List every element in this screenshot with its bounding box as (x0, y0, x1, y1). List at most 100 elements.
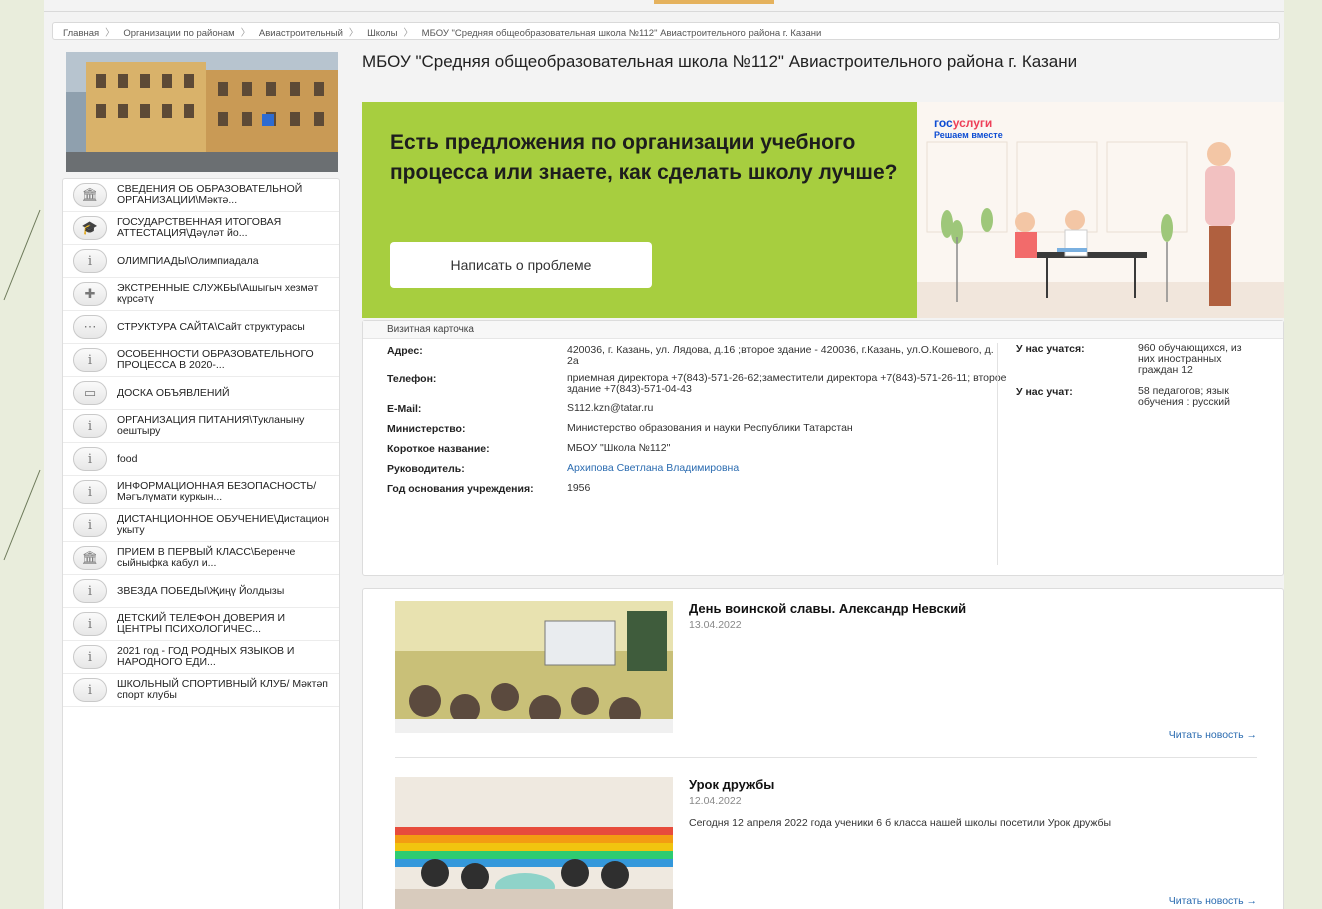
building-icon: 🏛 (73, 546, 107, 570)
breadcrumb-separator: 〉 (348, 28, 359, 39)
info-icon: i (73, 249, 107, 273)
sitemap-icon: ⋯ (73, 315, 107, 339)
news-list: День воинской славы. Александр Невский 1… (362, 588, 1284, 909)
info-icon: i (73, 612, 107, 636)
breadcrumb-home[interactable]: Главная (63, 28, 99, 39)
director-link[interactable]: Архипова Светлана Владимировна (567, 463, 739, 475)
medical-cross-icon: ✚ (73, 282, 107, 306)
breadcrumb-district[interactable]: Авиастроительный (259, 28, 343, 39)
news-divider (395, 757, 1257, 758)
sidebar-item-label: ЗВЕЗДА ПОБЕДЫ\Җиңү Йолдызы (117, 584, 285, 597)
card-key: Министерство: (387, 423, 466, 435)
banner-headline: Есть предложения по организации учебного… (390, 131, 898, 184)
breadcrumb-separator: 〉 (240, 28, 251, 39)
page: Главная 〉 Организации по районам 〉 Авиастр… (44, 0, 1284, 909)
sidebar-item-label: ОРГАНИЗАЦИЯ ПИТАНИЯ\Тукланыну оештыру (117, 414, 305, 437)
sidebar-item-label: 2021 год - ГОД РОДНЫХ ЯЗЫКОВ И НАРОДНОГО… (117, 645, 295, 668)
news-title[interactable]: День воинской славы. Александр Невский (689, 601, 966, 616)
sidebar-item-helpline[interactable]: i ДЕТСКИЙ ТЕЛЕФОН ДОВЕРИЯ И ЦЕНТРЫ ПСИХОЛ… (63, 608, 339, 641)
sidebar-item-native-languages-year[interactable]: i 2021 год - ГОД РОДНЫХ ЯЗЫКОВ И НАРОДНОГ… (63, 641, 339, 674)
news-thumbnail[interactable] (395, 601, 673, 733)
breadcrumb-separator: 〉 (105, 28, 115, 39)
sidebar-item-food[interactable]: i food (63, 443, 339, 476)
sidebar-item-label: ГОСУДАРСТВЕННАЯ ИТОГОВАЯ АТТЕСТАЦИЯ\Дәүл… (117, 216, 282, 239)
card-row-email: E-Mail: S112.kzn@tatar.ru (387, 403, 1007, 416)
news-date: 12.04.2022 (689, 795, 742, 807)
page-title: МБОУ "Средняя общеобразовательная школа … (362, 52, 1078, 71)
sidebar-item-education-process[interactable]: i ОСОБЕННОСТИ ОБРАЗОВАТЕЛЬНОГО ПРОЦЕССА В… (63, 344, 339, 377)
gosuslugi-tagline: Решаем вместе (934, 130, 1003, 140)
card-key: E-Mail: (387, 403, 422, 415)
sidebar-item-site-structure[interactable]: ⋯ СТРУКТУРА САЙТА\Сайт структурасы (63, 311, 339, 344)
card-row-address: Адрес: 420036, г. Казань, ул. Лядова, д.1… (387, 345, 1007, 367)
breadcrumb-districts[interactable]: Организации по районам (123, 28, 234, 39)
info-icon: i (73, 579, 107, 603)
sidebar-item-label: ДИСТАНЦИОННОЕ ОБУЧЕНИЕ\Дистацион укыту (117, 513, 330, 536)
card-value: приемная директора +7(843)-571-26-62;зам… (567, 372, 1007, 395)
sidebar-item-info-security[interactable]: i ИНФОРМАЦИОННАЯ БЕЗОПАСНОСТЬ/ Мәгълүмати… (63, 476, 339, 509)
gosuslugi-logo-part1: гос (934, 116, 953, 130)
sidebar-menu: 🏛 СВЕДЕНИЯ ОБ ОБРАЗОВАТЕЛЬНОЙ ОРГАНИЗАЦИИ… (62, 178, 340, 909)
read-news-link[interactable]: Читать новость → (1169, 895, 1257, 907)
breadcrumb-schools[interactable]: Школы (367, 28, 397, 39)
sidebar-item-state-attestation[interactable]: 🎓 ГОСУДАРСТВЕННАЯ ИТОГОВАЯ АТТЕСТАЦИЯ\Дәү… (63, 212, 339, 245)
card-row-short-name: Короткое название: МБОУ "Школа №112" (387, 442, 1007, 456)
business-card: Визитная карточка Адрес: 420036, г. Казан… (362, 320, 1284, 576)
sidebar-item-notice-board[interactable]: ▭ ДОСКА ОБЪЯВЛЕНИЙ (63, 377, 339, 410)
sidebar-item-label: ДЕТСКИЙ ТЕЛЕФОН ДОВЕРИЯ И ЦЕНТРЫ ПСИХОЛО… (117, 612, 286, 635)
card-key: Короткое название: (387, 443, 490, 455)
info-icon: i (73, 348, 107, 372)
sidebar-item-label: ИНФОРМАЦИОННАЯ БЕЗОПАСНОСТЬ/ Мәгълүмати … (117, 480, 317, 503)
info-icon: i (73, 513, 107, 537)
card-row-director: Руководитель: Архипова Светлана Владимиро… (387, 463, 1007, 476)
sidebar-item-label: СВЕДЕНИЯ ОБ ОБРАЗОВАТЕЛЬНОЙ ОРГАНИЗАЦИИ\… (117, 183, 303, 206)
sidebar-item-nutrition[interactable]: i ОРГАНИЗАЦИЯ ПИТАНИЯ\Тукланыну оештыру (63, 410, 339, 443)
sidebar-item-label: ЭКСТРЕННЫЕ СЛУЖБЫ\Ашыгыч хезмәт күрсәтү (117, 282, 319, 305)
news-thumbnail[interactable] (395, 777, 673, 909)
sidebar-item-sports-club[interactable]: i ШКОЛЬНЫЙ СПОРТИВНЫЙ КЛУБ/ Мәктәп спорт … (63, 674, 339, 707)
building-icon: 🏛 (73, 183, 107, 207)
sidebar-item-olympiads[interactable]: i ОЛИМПИАДЫ\Олимпиадала (63, 245, 339, 278)
top-accent (654, 0, 774, 4)
sidebar-item-label: СТРУКТУРА САЙТА\Сайт структурасы (117, 320, 305, 333)
sidebar-item-emergency[interactable]: ✚ ЭКСТРЕННЫЕ СЛУЖБЫ\Ашыгыч хезмәт күрсәтү (63, 278, 339, 311)
sidebar-item-label: ДОСКА ОБЪЯВЛЕНИЙ (117, 386, 230, 399)
info-icon: i (73, 480, 107, 504)
sidebar-item-distance-learning[interactable]: i ДИСТАНЦИОННОЕ ОБУЧЕНИЕ\Дистацион укыту (63, 509, 339, 542)
sidebar-item-first-grade-admission[interactable]: 🏛 ПРИЕМ В ПЕРВЫЙ КЛАСС\Беренче сыйныфка к… (63, 542, 339, 575)
gosuslugi-logo-part2: услуги (952, 116, 993, 130)
read-news-link[interactable]: Читать новость → (1169, 729, 1257, 741)
news-title[interactable]: Урок дружбы (689, 777, 774, 792)
card-key: Год основания учреждения: (387, 483, 534, 495)
sidebar-item-label: ШКОЛЬНЫЙ СПОРТИВНЫЙ КЛУБ/ Мәктәп спорт к… (117, 678, 328, 701)
news-text: Сегодня 12 апреля 2022 года ученики 6 б … (689, 817, 1112, 829)
card-value[interactable]: S112.kzn@tatar.ru (567, 403, 653, 415)
sidebar-item-label: ОСОБЕННОСТИ ОБРАЗОВАТЕЛЬНОГО ПРОЦЕССА В … (117, 348, 314, 371)
card-value: Министерство образования и науки Республ… (567, 422, 853, 434)
info-icon: i (73, 678, 107, 702)
stats-teachers: У нас учат: 58 педагогов; язык обучения :… (1016, 386, 1267, 408)
card-value: 420036, г. Казань, ул. Лядова, д.16 ;вто… (567, 344, 994, 367)
stats-students: У нас учатся: 960 обучающихся, из них ино… (1016, 343, 1267, 376)
card-value: 1956 (567, 482, 591, 494)
card-row-ministry: Министерство: Министерство образования и … (387, 422, 1007, 436)
gosuslugi-logo: госуслуги (934, 116, 992, 130)
stats-value: 960 обучающихся, из них иностранных граж… (1138, 342, 1242, 376)
sidebar-item-organization-info[interactable]: 🏛 СВЕДЕНИЯ ОБ ОБРАЗОВАТЕЛЬНОЙ ОРГАНИЗАЦИИ… (63, 179, 339, 212)
sidebar-item-victory-star[interactable]: i ЗВЕЗДА ПОБЕДЫ\Җиңү Йолдызы (63, 575, 339, 608)
business-card-details: Адрес: 420036, г. Казань, ул. Лядова, д.1… (387, 345, 1007, 501)
card-value: МБОУ "Школа №112" (567, 442, 671, 454)
breadcrumb-current: МБОУ "Средняя общеобразовательная школа … (421, 28, 822, 39)
card-key: Адрес: (387, 345, 423, 357)
stats-key: У нас учат: (1016, 386, 1073, 398)
gosuslugi-banner[interactable]: Есть предложения по организации учебного… (362, 102, 1284, 318)
stats-value: 58 педагогов; язык обучения : русский (1138, 385, 1230, 408)
news-date: 13.04.2022 (689, 619, 742, 631)
write-problem-button[interactable]: Написать о проблеме (390, 242, 652, 288)
card-key: Телефон: (387, 373, 437, 385)
news-item: День воинской славы. Александр Невский 1… (395, 601, 1257, 751)
sidebar-item-label: ПРИЕМ В ПЕРВЫЙ КЛАСС\Беренче сыйныфка ка… (117, 546, 296, 569)
business-card-stats: У нас учатся: 960 обучающихся, из них ино… (997, 343, 1267, 565)
news-item: Урок дружбы 12.04.2022 Сегодня 12 апреля… (395, 777, 1257, 909)
business-card-header: Визитная карточка (363, 321, 1283, 339)
